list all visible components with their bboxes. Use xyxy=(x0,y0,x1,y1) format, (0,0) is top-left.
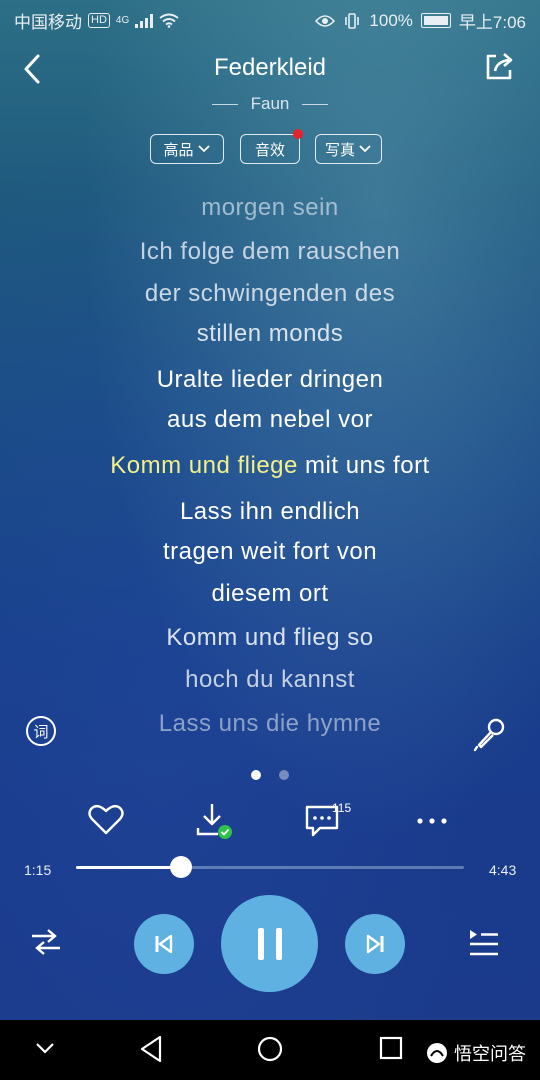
lyric-line: stillen monds xyxy=(196,320,344,347)
battery-icon xyxy=(420,13,451,28)
more-icon[interactable] xyxy=(412,800,452,840)
comment-count: 115 xyxy=(332,801,352,815)
artist-row[interactable]: Faun xyxy=(0,94,540,114)
lyric-line: Komm und flieg so xyxy=(166,624,374,651)
page-dot-active xyxy=(250,770,261,780)
lyric-line: morgen sein xyxy=(201,194,339,221)
nav-home-icon[interactable] xyxy=(256,1034,284,1064)
microphone-icon[interactable] xyxy=(472,716,508,752)
lyric-line: der schwingenden des xyxy=(144,280,396,307)
playlist-icon[interactable] xyxy=(468,928,500,958)
status-bar: 中国移动 HD 4G 100% 早上7:06 xyxy=(0,0,540,36)
page-dot xyxy=(279,770,290,780)
photo-button[interactable]: 写真 xyxy=(315,134,382,164)
chevron-down-icon xyxy=(359,145,371,153)
lyric-line: diesem ort xyxy=(211,580,329,607)
watermark-logo-icon xyxy=(427,1043,447,1063)
total-time: 4:43 xyxy=(489,862,517,878)
action-row xyxy=(0,800,540,844)
chevron-down-icon xyxy=(197,145,210,153)
skip-previous-icon xyxy=(155,934,173,954)
song-title: Federkleid xyxy=(213,54,327,81)
vibrate-icon xyxy=(345,12,360,29)
lyric-line: tragen weit fort von xyxy=(162,538,378,565)
progress-thumb[interactable] xyxy=(169,856,192,878)
playback-controls xyxy=(0,890,540,1000)
watermark-text: 悟空问答 xyxy=(454,1044,526,1064)
progress-fill xyxy=(76,866,181,869)
signal-icon xyxy=(135,13,154,28)
lyric-line: Lass ihn endlich xyxy=(179,498,361,525)
sound-effect-button[interactable]: 音效 xyxy=(240,129,303,164)
network-label: 4G xyxy=(115,15,130,26)
clock: 早上7:06 xyxy=(458,13,526,32)
current-lyric-line: Komm und fliege mit uns fort xyxy=(0,452,540,480)
sound-effect-label: 音效 xyxy=(254,141,285,159)
option-pills: 高品 音效 写真 xyxy=(0,129,540,168)
download-icon[interactable] xyxy=(192,800,232,840)
lyric-line: Uralte lieder dringen xyxy=(156,366,384,393)
battery-percent: 100% xyxy=(369,10,413,30)
hd-badge: HD xyxy=(88,13,110,28)
nav-back-icon[interactable] xyxy=(138,1034,164,1064)
skip-next-icon xyxy=(366,934,384,954)
artist-name[interactable]: Faun xyxy=(251,94,290,113)
artist-line-right xyxy=(302,104,329,106)
previous-button[interactable] xyxy=(134,914,194,974)
lyrics-toggle-button[interactable]: 词 xyxy=(26,716,56,746)
lyrics-toggle-label: 词 xyxy=(33,723,49,741)
progress-slider[interactable] xyxy=(76,856,464,878)
quality-label: 高品 xyxy=(163,141,194,159)
carrier-label: 中国移动 xyxy=(14,13,82,32)
photo-label: 写真 xyxy=(324,141,355,159)
artist-line-left xyxy=(211,104,238,106)
new-badge xyxy=(293,129,303,139)
chevron-down-icon[interactable] xyxy=(34,1040,56,1056)
elapsed-time: 1:15 xyxy=(24,862,52,878)
lyric-line: Lass uns die hymne xyxy=(158,710,382,737)
player-header: Federkleid xyxy=(0,44,540,94)
pause-button[interactable] xyxy=(221,895,318,992)
heart-icon[interactable] xyxy=(86,800,126,840)
nav-recents-icon[interactable] xyxy=(378,1034,404,1064)
page-indicator xyxy=(0,767,540,785)
share-icon[interactable] xyxy=(484,50,516,82)
lyric-line: hoch du kannst xyxy=(185,666,355,693)
play-mode-shuffle-icon[interactable] xyxy=(30,928,62,956)
lyric-unsung-part: mit uns fort xyxy=(297,452,430,479)
lyric-line: aus dem nebel vor xyxy=(167,406,373,433)
lyric-sung-part: Komm und fliege xyxy=(110,452,298,479)
quality-button[interactable]: 高品 xyxy=(150,134,224,164)
next-button[interactable] xyxy=(345,914,405,974)
pause-icon xyxy=(257,927,282,960)
wifi-icon xyxy=(159,13,179,28)
lyric-line: Ich folge dem rauschen xyxy=(139,238,401,265)
eye-icon xyxy=(315,14,336,27)
system-nav-bar: 悟空问答 xyxy=(0,1020,540,1080)
watermark: 悟空问答 xyxy=(426,1040,526,1066)
